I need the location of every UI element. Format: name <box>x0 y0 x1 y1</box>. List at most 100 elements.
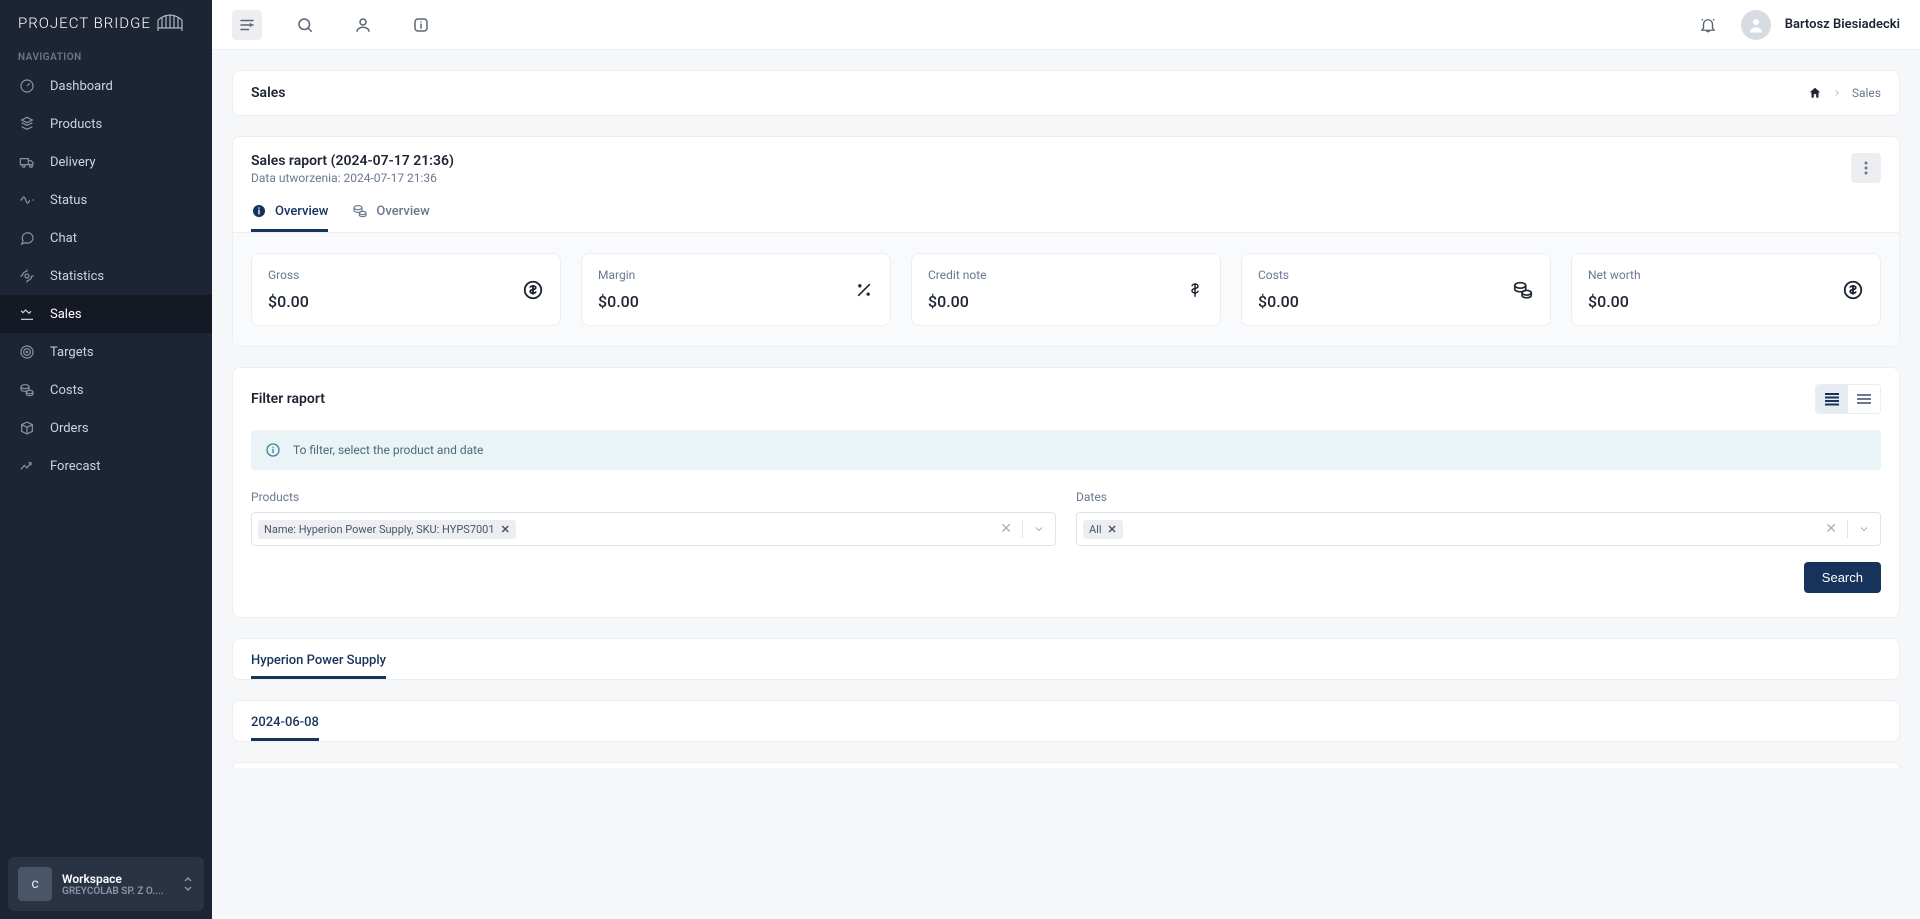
brand-text: PROJECT BRIDGE <box>18 14 151 32</box>
percent-icon <box>854 280 874 300</box>
product-result-card: Hyperion Power Supply <box>232 638 1900 680</box>
products-icon <box>18 115 36 133</box>
page-header: Sales Sales <box>232 70 1900 116</box>
stat-label: Net worth <box>1588 268 1641 282</box>
report-tab-0[interactable]: Overview <box>251 193 328 232</box>
sidebar-item-label: Dashboard <box>50 79 113 94</box>
bridge-icon <box>157 14 183 32</box>
report-actions-menu[interactable] <box>1851 153 1881 183</box>
stat-card-credit-note: Credit note $0.00 <box>911 253 1221 326</box>
view-toggle-loose[interactable] <box>1848 385 1880 413</box>
sidebar-item-targets[interactable]: Targets <box>0 333 212 371</box>
filter-card: Filter raport To filter, select <box>232 367 1900 618</box>
dates-caret[interactable] <box>1854 523 1874 535</box>
dashboard-icon <box>18 77 36 95</box>
costs-icon <box>18 381 36 399</box>
view-toggle-dense[interactable] <box>1816 385 1848 413</box>
chevron-right-icon <box>1832 88 1842 98</box>
search-button[interactable] <box>290 10 320 40</box>
topbar: Bartosz Biesiadecki <box>212 0 1920 50</box>
sidebar-item-label: Status <box>50 193 87 208</box>
sidebar-item-statistics[interactable]: Statistics <box>0 257 212 295</box>
sidebar-item-products[interactable]: Products <box>0 105 212 143</box>
report-title: Sales raport (2024-07-17 21:36) <box>251 153 454 169</box>
profile-button[interactable] <box>348 10 378 40</box>
dates-select[interactable]: All ✕ ✕ <box>1076 512 1881 546</box>
next-card-peek <box>232 762 1900 768</box>
stat-label: Gross <box>268 268 309 282</box>
notifications-button[interactable] <box>1693 10 1723 40</box>
sidebar-item-label: Sales <box>50 307 82 322</box>
report-tabs: Overview Overview <box>233 193 1899 232</box>
products-clear[interactable]: ✕ <box>996 521 1016 537</box>
statistics-icon <box>18 267 36 285</box>
forecast-icon <box>18 457 36 475</box>
sidebar-nav: Dashboard Products Delivery Status ChatStati… <box>0 67 212 849</box>
product-result-tab[interactable]: Hyperion Power Supply <box>251 643 386 679</box>
product-chip-label: Name: Hyperion Power Supply, SKU: HYPS70… <box>264 523 495 536</box>
stat-card-costs: Costs $0.00 <box>1241 253 1551 326</box>
status-icon <box>18 191 36 209</box>
breadcrumb-current: Sales <box>1852 86 1881 100</box>
sidebar-item-status[interactable]: Status <box>0 181 212 219</box>
date-chip-label: All <box>1089 523 1102 536</box>
report-subtitle: Data utworzenia: 2024-07-17 21:36 <box>251 171 454 185</box>
chevron-updown-icon <box>182 876 194 892</box>
product-chip-remove[interactable]: ✕ <box>501 523 510 536</box>
products-field-label: Products <box>251 490 1056 504</box>
sidebar-item-label: Delivery <box>50 155 96 170</box>
filter-title: Filter raport <box>251 391 325 407</box>
sidebar-item-sales[interactable]: Sales <box>0 295 212 333</box>
sidebar-item-delivery[interactable]: Delivery <box>0 143 212 181</box>
date-result-tab[interactable]: 2024-06-08 <box>251 705 319 741</box>
info-button[interactable] <box>406 10 436 40</box>
sidebar-item-orders[interactable]: Orders <box>0 409 212 447</box>
stat-label: Margin <box>598 268 639 282</box>
info-icon <box>265 442 281 458</box>
stat-card-net-worth: Net worth $0.00 <box>1571 253 1881 326</box>
product-chip: Name: Hyperion Power Supply, SKU: HYPS70… <box>258 520 516 539</box>
targets-icon <box>18 343 36 361</box>
sidebar-item-label: Costs <box>50 383 84 398</box>
orders-icon <box>18 419 36 437</box>
view-toggle <box>1815 384 1881 414</box>
info-icon <box>251 203 267 219</box>
sidebar-item-label: Forecast <box>50 459 100 474</box>
products-select[interactable]: Name: Hyperion Power Supply, SKU: HYPS70… <box>251 512 1056 546</box>
products-caret[interactable] <box>1029 523 1049 535</box>
stat-value: $0.00 <box>1588 292 1641 311</box>
stat-value: $0.00 <box>268 292 309 311</box>
report-card: Sales raport (2024-07-17 21:36) Data utw… <box>232 136 1900 347</box>
dollar-icon <box>1186 279 1204 301</box>
breadcrumb-home[interactable] <box>1808 86 1822 100</box>
brand-logo[interactable]: PROJECT BRIDGE <box>0 0 212 42</box>
report-tab-1[interactable]: Overview <box>352 193 429 232</box>
stat-value: $0.00 <box>1258 292 1299 311</box>
user-avatar[interactable] <box>1741 10 1771 40</box>
search-button[interactable]: Search <box>1804 562 1881 593</box>
stat-label: Costs <box>1258 268 1299 282</box>
sidebar-item-costs[interactable]: Costs <box>0 371 212 409</box>
stat-label: Credit note <box>928 268 986 282</box>
page-title: Sales <box>251 85 285 101</box>
coins-icon <box>1512 279 1534 301</box>
sidebar-item-chat[interactable]: Chat <box>0 219 212 257</box>
workspace-switcher[interactable]: c Workspace GREYCOLAB SP. Z O.... <box>8 857 204 911</box>
stat-value: $0.00 <box>928 292 986 311</box>
report-stats: Gross$0.00Margin$0.00Credit note$0.00Cos… <box>233 232 1899 346</box>
workspace-subtitle: GREYCOLAB SP. Z O.... <box>62 886 172 897</box>
sidebar-item-label: Targets <box>50 345 94 360</box>
sidebar-toggle-button[interactable] <box>232 10 262 40</box>
filter-hint: To filter, select the product and date <box>293 443 483 457</box>
user-name[interactable]: Bartosz Biesiadecki <box>1785 17 1900 32</box>
stat-card-margin: Margin $0.00 <box>581 253 891 326</box>
stat-value: $0.00 <box>598 292 639 311</box>
breadcrumb: Sales <box>1808 86 1881 100</box>
dollar-circle-icon <box>1842 279 1864 301</box>
sidebar-item-forecast[interactable]: Forecast <box>0 447 212 485</box>
sidebar-item-dashboard[interactable]: Dashboard <box>0 67 212 105</box>
dates-clear[interactable]: ✕ <box>1821 521 1841 537</box>
sidebar-item-label: Products <box>50 117 102 132</box>
date-chip-remove[interactable]: ✕ <box>1108 523 1117 536</box>
date-chip: All ✕ <box>1083 520 1123 539</box>
